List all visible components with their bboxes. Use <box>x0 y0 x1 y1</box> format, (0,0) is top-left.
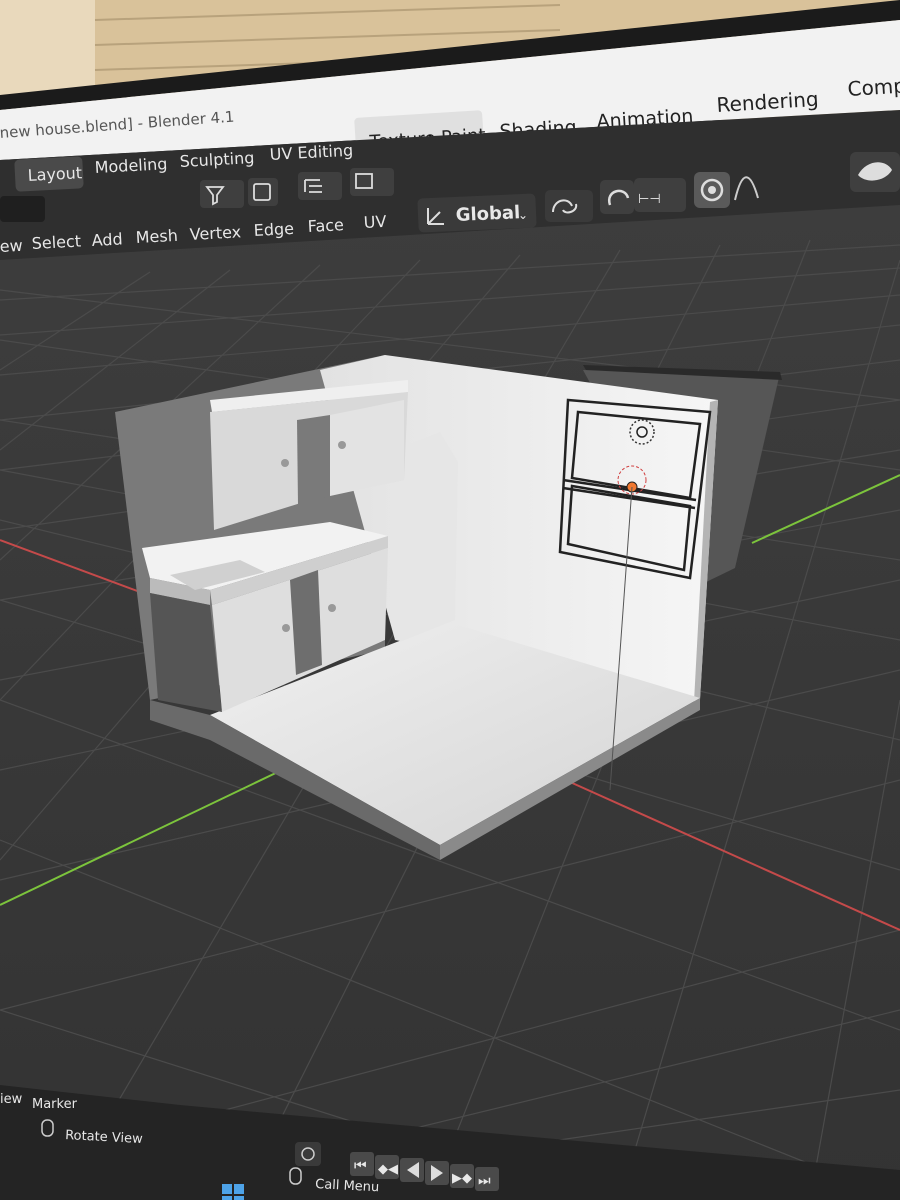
add-collection-button[interactable] <box>248 178 278 206</box>
menu-uv[interactable]: UV <box>363 212 387 232</box>
mode-field[interactable] <box>0 196 45 222</box>
tab-sculpting[interactable]: Sculpting <box>179 148 255 171</box>
snap-increment-icon: ⊢⊣ <box>638 192 661 207</box>
keyframe-toggle[interactable] <box>295 1142 321 1166</box>
menu-select[interactable]: Select <box>31 231 81 253</box>
next-keyframe-icon: ▶◆ <box>452 1171 472 1186</box>
tab-compositing[interactable]: Comp <box>847 73 900 101</box>
menu-edge[interactable]: Edge <box>253 219 294 240</box>
menu-vertex[interactable]: Vertex <box>189 222 241 244</box>
menu-face[interactable]: Face <box>307 215 344 236</box>
menu-view[interactable]: ew <box>0 236 23 256</box>
prev-keyframe-icon: ◆◀ <box>378 1162 398 1177</box>
tab-layout[interactable]: Layout <box>27 163 82 185</box>
timeline-menu-view[interactable]: iew <box>0 1092 23 1107</box>
transform-orientation-value: Global <box>455 202 520 226</box>
chevron-down-icon: ⌄ <box>518 208 528 222</box>
jump-end-icon: ⏭ <box>478 1173 491 1189</box>
pivot-dropdown[interactable] <box>545 190 593 222</box>
menu-add[interactable]: Add <box>91 229 123 250</box>
blender-screen: new house.blend] - Blender 4.1 Texture P… <box>0 0 900 1200</box>
tab-modeling[interactable]: Modeling <box>94 154 168 177</box>
filter-dropdown[interactable] <box>200 180 244 208</box>
menu-mesh[interactable]: Mesh <box>135 226 178 247</box>
timeline-menu-marker[interactable]: Marker <box>32 1097 78 1112</box>
jump-start-icon: ⏮ <box>354 1158 367 1174</box>
